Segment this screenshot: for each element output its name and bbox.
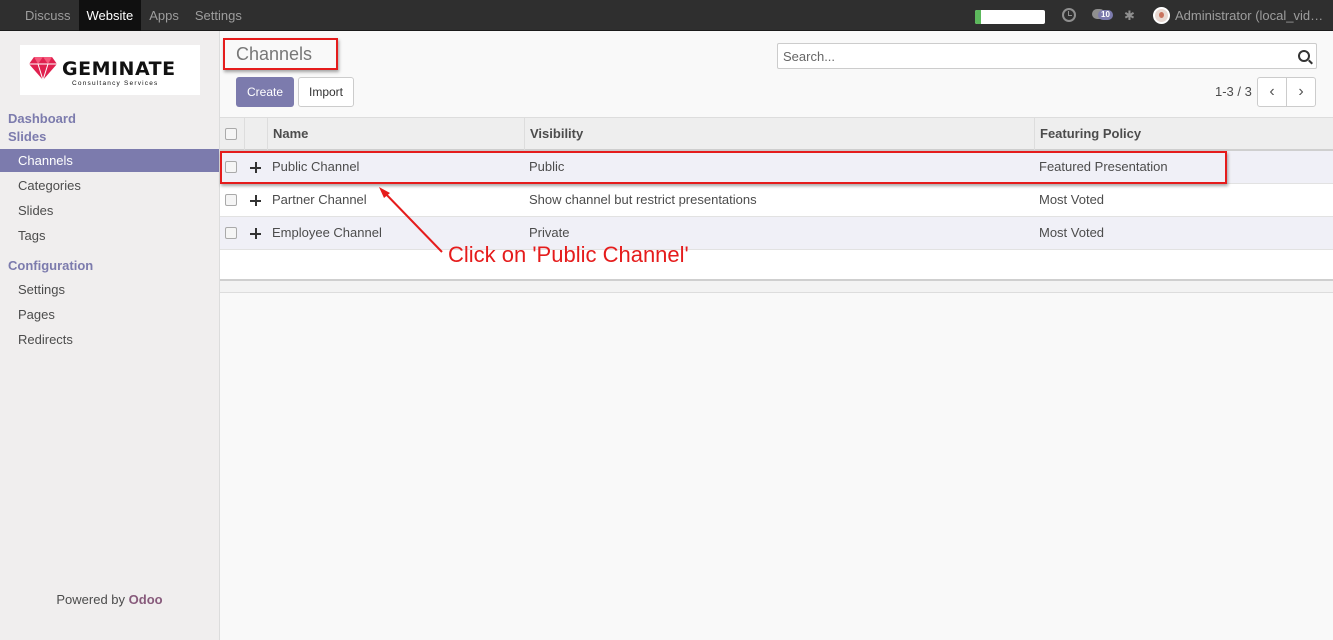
drag-handle-icon[interactable] — [249, 194, 262, 207]
select-all-checkbox[interactable] — [225, 128, 237, 140]
company-logo[interactable]: GEMINATE Consultancy Services — [20, 45, 200, 95]
menu-settings[interactable]: Settings — [187, 0, 250, 31]
debug-bug-icon[interactable]: ✱ — [1124, 8, 1135, 24]
cell-visibility: Show channel but restrict presentations — [529, 192, 757, 207]
search-icon[interactable] — [1298, 50, 1310, 62]
sidebar-item-pages[interactable]: Pages — [0, 303, 219, 326]
handle-column-header — [244, 118, 267, 150]
sidebar-item-channels[interactable]: Channels — [0, 149, 219, 172]
powered-prefix: Powered by — [56, 592, 129, 607]
cell-featuring-policy: Most Voted — [1039, 225, 1105, 240]
cell-name[interactable]: Employee Channel — [272, 217, 382, 249]
sidebar-item-tags[interactable]: Tags — [0, 224, 219, 247]
sidebar-section-configuration: Configuration — [8, 258, 94, 273]
cell-featuring-policy: Most Voted — [1039, 192, 1105, 207]
search-input[interactable] — [783, 47, 1283, 65]
logo-brand: GEMINATE — [62, 58, 176, 80]
pager-value[interactable]: 1-3 / 3 — [1215, 84, 1252, 99]
column-header-featuring-policy[interactable]: Featuring Policy — [1034, 118, 1333, 150]
progress-fill — [975, 10, 981, 24]
row-checkbox[interactable] — [225, 194, 237, 206]
menu-discuss[interactable]: Discuss — [17, 0, 79, 31]
progress-bar[interactable] — [975, 10, 1045, 24]
row-checkbox[interactable] — [225, 227, 237, 239]
app-menu: Discuss Website Apps Settings — [17, 0, 250, 31]
sidebar-item-slides[interactable]: Slides — [0, 199, 219, 222]
menu-apps[interactable]: Apps — [141, 0, 187, 31]
annotation-text: Click on 'Public Channel' — [448, 242, 689, 267]
powered-by: Powered by Odoo — [0, 592, 219, 607]
activity-clock-icon[interactable] — [1062, 8, 1076, 22]
drag-handle-icon[interactable] — [249, 227, 262, 240]
sidebar-item-redirects[interactable]: Redirects — [0, 328, 219, 351]
sidebar-section-dashboard[interactable]: Dashboard — [8, 111, 76, 126]
search-box — [777, 43, 1317, 69]
cell-name[interactable]: Partner Channel — [272, 184, 367, 216]
menu-website[interactable]: Website — [78, 0, 142, 31]
annotation-arrow-icon — [379, 187, 443, 253]
top-navbar: Discuss Website Apps Settings 10 ✱ Admin… — [0, 0, 1333, 31]
title-highlight-box — [223, 38, 338, 70]
user-name: Administrator (local_vid… — [1175, 8, 1324, 23]
pager-previous-button[interactable]: ‹ — [1257, 77, 1287, 107]
column-header-name[interactable]: Name — [267, 118, 524, 150]
import-button[interactable]: Import — [298, 77, 354, 107]
logo-tagline: Consultancy Services — [72, 80, 159, 87]
gem-logo-icon — [29, 57, 57, 81]
create-button[interactable]: Create — [236, 77, 294, 107]
avatar — [1153, 7, 1170, 24]
table-header: Name Visibility Featuring Policy — [220, 117, 1333, 151]
list-footer-divider — [220, 279, 1333, 293]
empty-area — [220, 293, 1333, 640]
sidebar-item-categories[interactable]: Categories — [0, 174, 219, 197]
user-menu[interactable]: Administrator (local_vid… — [1153, 0, 1323, 31]
pager-next-button[interactable]: › — [1286, 77, 1316, 107]
message-count-badge: 10 — [1098, 10, 1113, 20]
sidebar-item-settings[interactable]: Settings — [0, 278, 219, 301]
sidebar-section-slides: Slides — [8, 129, 47, 144]
column-header-visibility[interactable]: Visibility — [524, 118, 1034, 150]
odoo-link[interactable]: Odoo — [129, 592, 163, 607]
